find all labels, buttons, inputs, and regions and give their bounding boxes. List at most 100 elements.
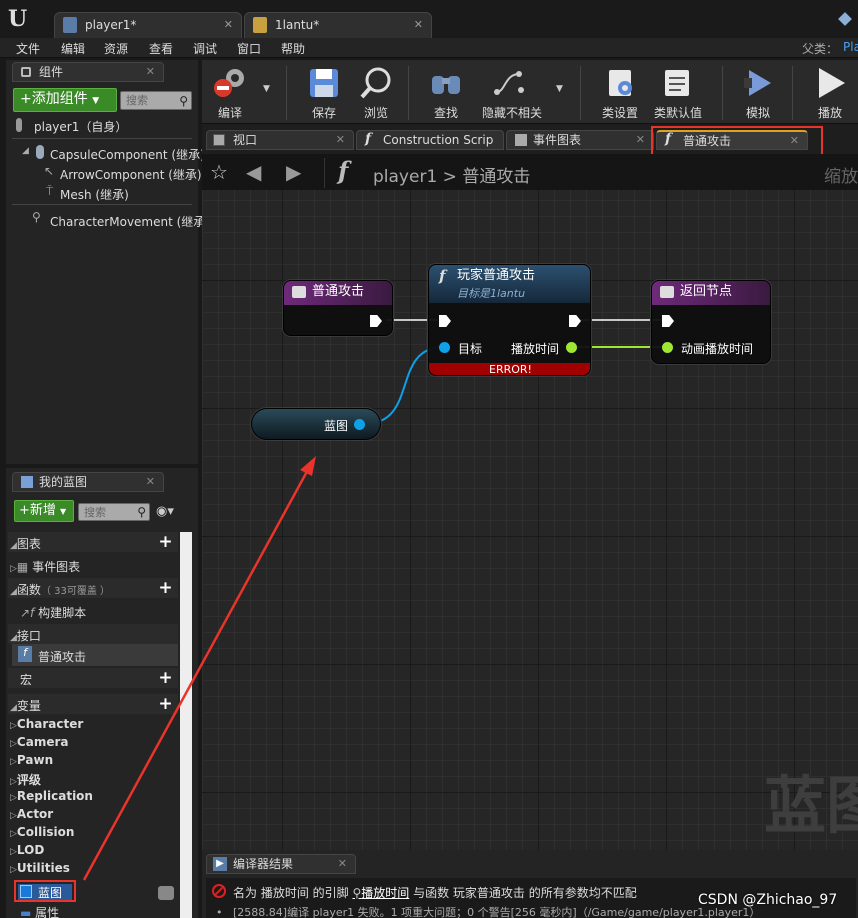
doc-tab-player1[interactable]: player1* ✕ [54,12,242,38]
exec-out-pin[interactable] [569,315,581,327]
unreal-logo-icon[interactable]: U [8,6,34,32]
compile-button[interactable]: 编译 [202,62,258,122]
visibility-eye-icon[interactable]: ◉▾ [156,504,174,519]
toolbar-label: 编译 [217,106,242,120]
components-search-input[interactable]: 搜索 ⚲ [120,91,192,110]
collapse-arrow-icon[interactable]: ◢ [22,146,29,156]
graph-item-event-graph[interactable]: ▷▦ 事件图表 [10,558,80,575]
close-icon[interactable]: ✕ [336,131,345,149]
parent-class-link[interactable]: Pla [843,40,858,54]
return-node[interactable]: 返回节点 动画播放时间 [651,280,771,364]
scrollbar[interactable] [180,532,192,918]
close-icon[interactable]: ✕ [146,63,155,81]
anim-time-pin[interactable] [662,342,673,353]
component-capsule[interactable]: CapsuleComponent (继承) [50,146,205,163]
window-icon [838,12,852,26]
menu-asset[interactable]: 资源 [104,40,128,57]
doc-tab-1lantu[interactable]: 1lantu* ✕ [244,12,432,38]
tab-my-blueprint[interactable]: 我的蓝图 ✕ [12,472,164,492]
section-graphs[interactable]: ◢图表 + [8,532,178,552]
find-button[interactable]: 查找 [418,62,474,122]
component-character-movement[interactable]: CharacterMovement (继承) [50,213,210,230]
close-icon[interactable]: ✕ [338,855,347,873]
exec-out-pin[interactable] [370,315,382,327]
play-time-pin[interactable] [566,342,577,353]
component-mesh[interactable]: Mesh (继承) [60,186,129,203]
breadcrumb-current[interactable]: 普通攻击 [462,167,530,187]
function-icon: f [439,267,446,285]
add-component-button[interactable]: +添加组件 ▼ [13,88,117,112]
exec-in-pin[interactable] [439,315,451,327]
save-button[interactable]: 保存 [296,62,352,122]
function-entry-node[interactable]: 普通攻击 [283,280,393,336]
section-macros[interactable]: 宏 + [8,668,178,688]
simulate-button[interactable]: 模拟 [730,62,786,122]
variable-get-node[interactable]: 蓝图 [251,408,381,440]
menu-help[interactable]: 帮助 [281,40,305,57]
menu-window[interactable]: 窗口 [237,40,261,57]
close-icon[interactable]: ✕ [636,131,645,149]
breadcrumb-root[interactable]: player1 [373,167,437,187]
toolbar-separator [286,66,287,120]
function-item-construction-script[interactable]: ↗f 构建脚本 [20,604,86,621]
toolbar-separator [792,66,793,120]
menu-file[interactable]: 文件 [16,40,40,57]
divider [12,138,192,139]
target-pin[interactable] [439,342,450,353]
variable-category[interactable]: ▷评级 [10,771,180,789]
variable-category[interactable]: ▷Camera [10,735,180,753]
variable-item-blueprint[interactable]: 蓝图 [18,884,72,900]
star-icon[interactable]: ☆ [210,160,228,184]
chevron-down-icon[interactable]: ▼ [263,84,270,94]
tab-event-graph[interactable]: 事件图表 ✕ [506,130,654,150]
variable-category[interactable]: ▷Replication [10,789,180,807]
tab-components[interactable]: 组件 ✕ [12,62,164,82]
menu-debug[interactable]: 调试 [193,40,217,57]
variable-category[interactable]: ▷Character [10,717,180,735]
variable-category[interactable]: ▷LOD [10,843,180,861]
variable-category[interactable]: ▷Actor [10,807,180,825]
close-icon[interactable]: ✕ [146,473,155,491]
section-variables[interactable]: ◢变量 + [8,694,178,714]
chevron-down-icon[interactable]: ▼ [556,84,563,94]
close-icon[interactable]: ✕ [414,13,423,37]
function-call-node[interactable]: f 玩家普通攻击 目标是1lantu 目标 播放时间 ERROR! [428,264,591,376]
add-function-button[interactable]: + [158,580,173,597]
interface-item-normal-attack[interactable]: f 普通攻击 [12,644,178,666]
section-header-label: ◢函数（ 33可覆盖 ） [10,583,111,597]
add-new-button[interactable]: +新增 ▼ [14,500,74,522]
viewport-icon [213,134,225,146]
component-arrow[interactable]: ArrowComponent (继承) [60,166,202,183]
play-button[interactable]: 播放 [802,62,858,122]
tab-viewport[interactable]: 视口 ✕ [206,130,354,150]
hide-unrelated-button[interactable]: 隐藏不相关 [482,62,542,122]
exec-in-pin[interactable] [662,315,674,327]
blueprint-search-input[interactable]: 搜索 ⚲ [78,503,150,521]
variable-type-pill-icon[interactable] [158,886,174,900]
variable-item-next[interactable]: ▬ 属性 [20,904,59,918]
tab-compiler-results[interactable]: ▶ 编译器结果 ✕ [206,854,356,874]
component-root[interactable]: player1（自身） [34,118,127,135]
variable-category[interactable]: ▷Collision [10,825,180,843]
menu-edit[interactable]: 编辑 [61,40,85,57]
class-settings-button[interactable]: 类设置 [592,62,648,122]
close-icon[interactable]: ✕ [224,13,233,37]
add-graph-button[interactable]: + [158,534,173,551]
variable-category[interactable]: ▷Pawn [10,753,180,771]
object-out-pin[interactable] [354,419,365,430]
class-defaults-button[interactable]: 类默认值 [650,62,706,122]
add-variable-button[interactable]: + [158,696,173,713]
variable-category[interactable]: ▷Utilities [10,861,180,879]
back-arrow-icon[interactable]: ◀ [246,160,261,184]
section-interfaces[interactable]: ◢接口 [8,624,178,644]
toolbar-separator [722,66,723,120]
search-placeholder: 搜索 [84,506,106,519]
menu-view[interactable]: 查看 [149,40,173,57]
forward-arrow-icon[interactable]: ▶ [286,160,301,184]
browse-button[interactable]: 浏览 [348,62,404,122]
error-link[interactable]: ⚲播放时间 [352,886,409,900]
tab-construction-script[interactable]: f Construction Scrip [356,130,504,150]
section-functions[interactable]: ◢函数（ 33可覆盖 ） + [8,578,178,598]
add-macro-button[interactable]: + [158,670,173,687]
blueprint-icon [21,476,33,488]
